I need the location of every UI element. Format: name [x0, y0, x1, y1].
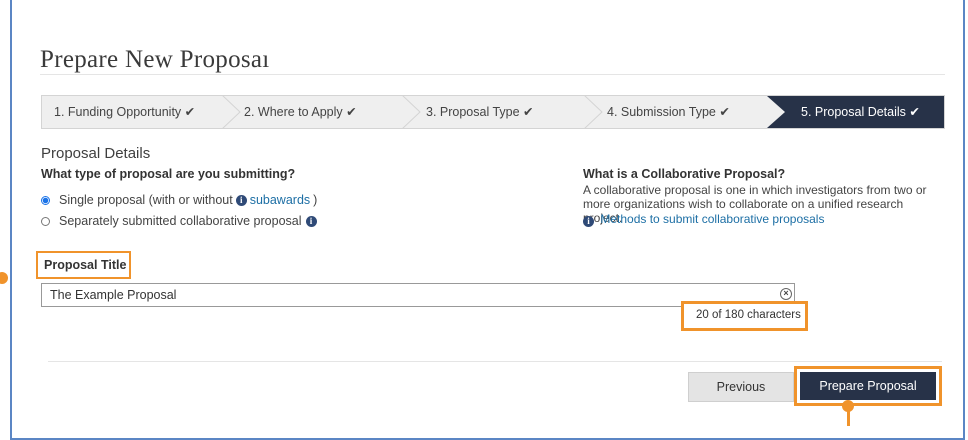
footer-divider — [48, 361, 942, 362]
info-icon[interactable]: i — [305, 215, 317, 227]
step-label: 2. Where to Apply ✔ — [244, 105, 357, 119]
title-divider — [40, 74, 945, 75]
page-title: Prepare New Proposaı — [40, 46, 270, 73]
option-single-suffix: ) — [313, 193, 318, 207]
radio-checked-icon[interactable] — [41, 195, 50, 205]
subawards-link[interactable]: subawards — [250, 193, 310, 207]
callout-stem — [847, 406, 850, 426]
chevron-separator-icon — [767, 96, 785, 128]
step-proposal-type[interactable]: 3. Proposal Type ✔ — [414, 96, 603, 128]
radio-unchecked-icon[interactable] — [41, 216, 50, 226]
info-icon: i — [235, 194, 247, 206]
step-where-to-apply[interactable]: 2. Where to Apply ✔ — [232, 96, 421, 128]
step-label: 3. Proposal Type ✔ — [426, 105, 534, 119]
step-submission-type[interactable]: 4. Submission Type ✔ — [595, 96, 765, 128]
step-label: 1. Funding Opportunity ✔ — [54, 105, 196, 119]
methods-link-label[interactable]: Methods to submit collaborative proposal… — [600, 212, 824, 226]
progress-steps: 1. Funding Opportunity ✔ 2. Where to App… — [41, 95, 945, 129]
collaborative-heading: What is a Collaborative Proposal? — [583, 167, 786, 181]
prepare-proposal-button[interactable]: Prepare Proposal — [800, 372, 936, 400]
section-heading: Proposal Details — [41, 145, 151, 162]
previous-button[interactable]: Previous — [688, 372, 794, 402]
methods-link[interactable]: i Methods to submit collaborative propos… — [583, 212, 824, 227]
callout-marker — [0, 272, 8, 284]
step-label: 4. Submission Type ✔ — [607, 105, 730, 119]
clear-icon[interactable]: × — [780, 288, 792, 300]
info-icon: i — [583, 216, 594, 227]
proposal-type-question: What type of proposal are you submitting… — [41, 167, 296, 181]
option-collaborative-label: Separately submitted collaborative propo… — [59, 214, 302, 228]
proposal-title-label: Proposal Title — [44, 258, 127, 272]
step-label: 5. Proposal Details ✔ — [801, 105, 920, 119]
option-single-label: Single proposal (with or without — [59, 193, 233, 207]
step-proposal-details[interactable]: 5. Proposal Details ✔ — [767, 96, 944, 128]
step-funding-opportunity[interactable]: 1. Funding Opportunity ✔ — [42, 96, 241, 128]
radio-collaborative-proposal[interactable]: Separately submitted collaborative propo… — [41, 214, 320, 228]
radio-single-proposal[interactable]: Single proposal (with or without i subaw… — [41, 193, 317, 207]
character-count: 20 of 180 characters — [696, 309, 801, 321]
